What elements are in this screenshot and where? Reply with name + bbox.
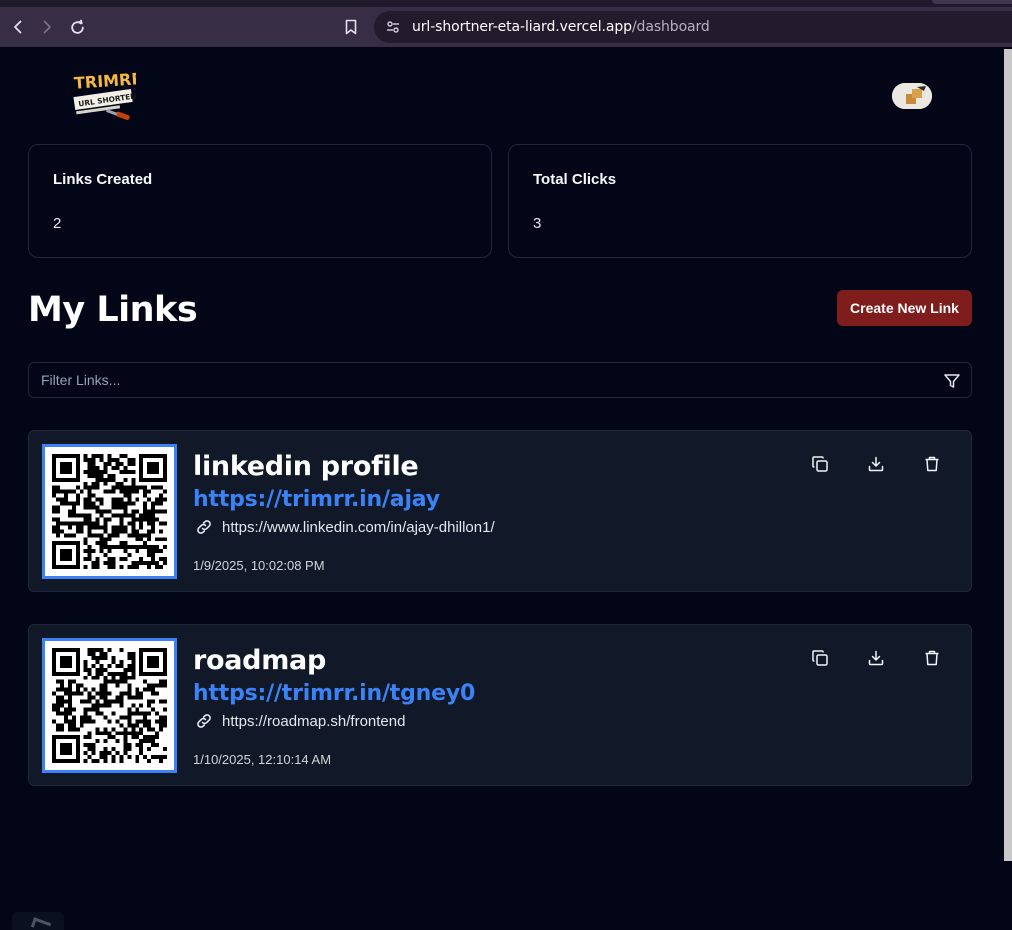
trash-icon bbox=[925, 650, 939, 666]
created-date: 1/10/2025, 12:10:14 AM bbox=[193, 752, 332, 767]
stat-value: 2 bbox=[53, 215, 62, 232]
stat-value: 3 bbox=[533, 215, 542, 232]
copy-icon bbox=[812, 456, 828, 472]
original-url: https://www.linkedin.com/in/ajay-dhillon… bbox=[222, 518, 495, 536]
download-icon bbox=[868, 456, 884, 472]
trimrr-logo[interactable]: TRIMRR URL SHORTENER bbox=[70, 67, 148, 125]
qr-code[interactable] bbox=[42, 638, 177, 773]
copy-button[interactable] bbox=[810, 455, 830, 475]
link-title[interactable]: linkedin profile bbox=[193, 451, 419, 482]
original-url-row: https://roadmap.sh/frontend bbox=[195, 712, 405, 730]
qr-code-image bbox=[52, 454, 167, 569]
bookmark-button[interactable] bbox=[340, 16, 362, 38]
user-avatar[interactable] bbox=[892, 83, 932, 109]
download-button[interactable] bbox=[866, 649, 886, 669]
page-title: My Links bbox=[28, 290, 198, 330]
link-card: linkedin profile https://trimrr.in/ajay … bbox=[28, 430, 972, 592]
browser-toolbar: url-shortner-eta-liard.vercel.app/dashbo… bbox=[0, 0, 1012, 47]
stat-title: Total Clicks bbox=[533, 171, 617, 188]
link-icon bbox=[197, 520, 211, 534]
back-button[interactable] bbox=[7, 16, 29, 38]
address-bar[interactable]: url-shortner-eta-liard.vercel.app/dashbo… bbox=[374, 11, 1012, 43]
reload-button[interactable] bbox=[66, 16, 88, 38]
link-card: roadmap https://trimrr.in/tgney0 https:/… bbox=[28, 624, 972, 786]
url-path: /dashboard bbox=[631, 19, 710, 35]
devtools-toggle[interactable] bbox=[12, 912, 64, 930]
delete-button[interactable] bbox=[922, 649, 942, 669]
links-created-card: Links Created 2 bbox=[28, 144, 492, 258]
link-icon bbox=[197, 714, 211, 728]
delete-button[interactable] bbox=[922, 455, 942, 475]
original-url-row: https://www.linkedin.com/in/ajay-dhillon… bbox=[195, 518, 495, 536]
qr-code[interactable] bbox=[42, 444, 177, 579]
url-text: url-shortner-eta-liard.vercel.app/dashbo… bbox=[412, 19, 710, 35]
qr-code-image bbox=[52, 648, 167, 763]
download-icon bbox=[868, 650, 884, 666]
filter-input[interactable] bbox=[29, 363, 929, 397]
tab-edge bbox=[932, 0, 1012, 4]
original-url: https://roadmap.sh/frontend bbox=[222, 712, 406, 730]
forward-button[interactable] bbox=[36, 16, 58, 38]
link-title[interactable]: roadmap bbox=[193, 645, 326, 676]
reload-icon bbox=[70, 19, 84, 34]
total-clicks-card: Total Clicks 3 bbox=[508, 144, 972, 258]
create-new-link-button[interactable]: Create New Link bbox=[837, 290, 972, 326]
chevron-right-icon bbox=[43, 20, 51, 34]
url-host: url-shortner-eta-liard.vercel.app bbox=[412, 19, 632, 35]
created-date: 1/9/2025, 10:02:08 PM bbox=[193, 558, 325, 573]
scroll-thumb[interactable] bbox=[1004, 49, 1012, 861]
short-url-link[interactable]: https://trimrr.in/tgney0 bbox=[193, 681, 475, 706]
filter-icon[interactable] bbox=[943, 372, 961, 390]
bookmark-icon bbox=[345, 19, 357, 35]
trash-icon bbox=[925, 456, 939, 472]
tune-icon[interactable] bbox=[382, 16, 404, 38]
download-button[interactable] bbox=[866, 455, 886, 475]
logo-text-top: TRIMRR bbox=[73, 69, 136, 93]
copy-button[interactable] bbox=[810, 649, 830, 669]
tab-strip bbox=[0, 0, 1012, 7]
copy-icon bbox=[812, 650, 828, 666]
stat-title: Links Created bbox=[53, 171, 153, 188]
chevron-left-icon bbox=[14, 20, 22, 34]
short-url-link[interactable]: https://trimrr.in/ajay bbox=[193, 487, 440, 512]
filter-bar bbox=[28, 362, 972, 398]
